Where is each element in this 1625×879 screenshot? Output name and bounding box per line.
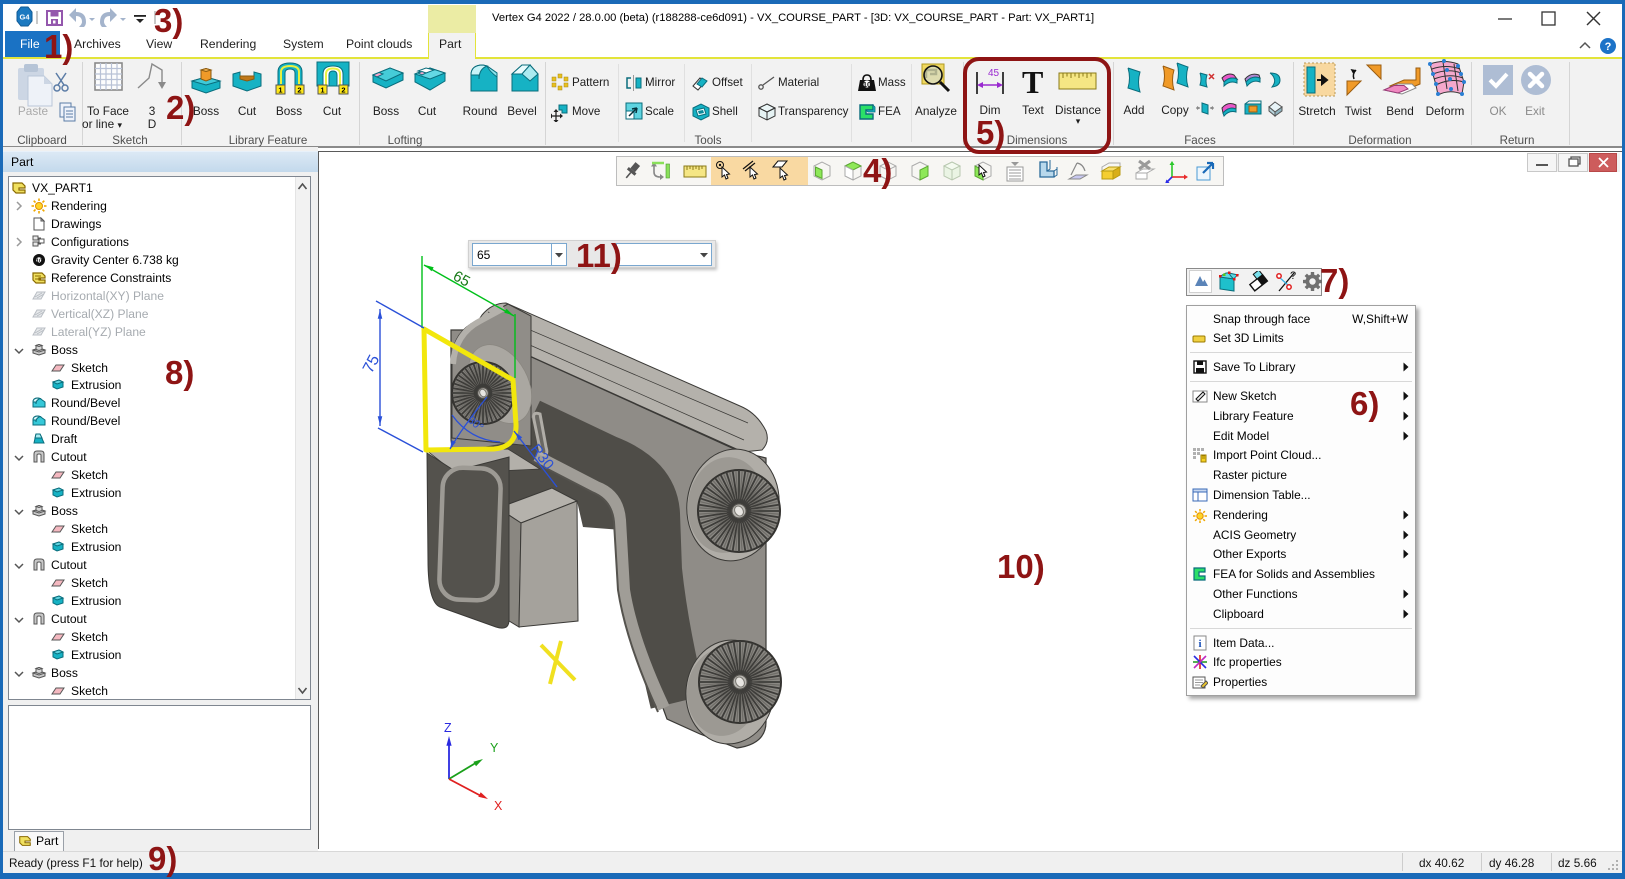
svg-text:i: i [1198, 638, 1201, 650]
svg-text:65: 65 [450, 268, 473, 291]
svg-text:X: X [494, 799, 503, 813]
svg-text:Y: Y [490, 741, 499, 755]
svg-text:Z: Z [444, 721, 452, 735]
